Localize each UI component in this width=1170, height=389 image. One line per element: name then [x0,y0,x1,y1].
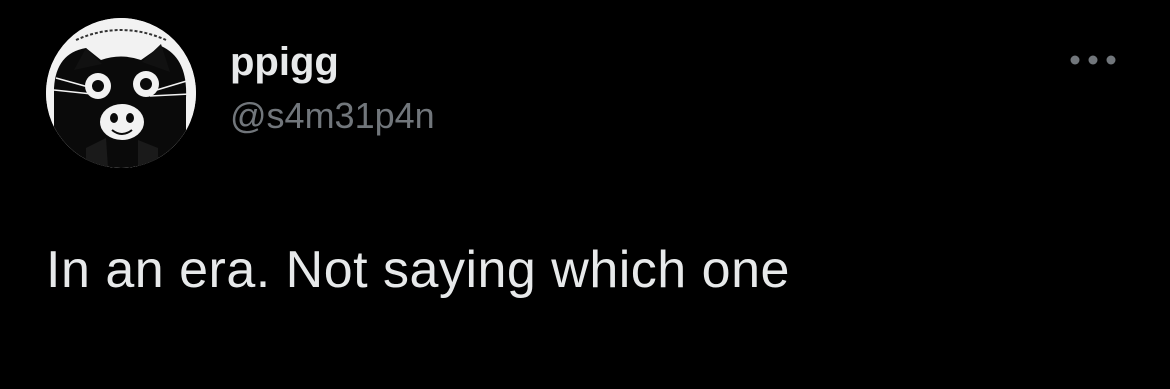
tweet-card: ppigg @s4m31p4n In an era. Not saying wh… [0,0,1170,389]
black-cat-avatar-icon [46,18,196,168]
author-avatar[interactable] [46,18,196,168]
more-horizontal-icon [1070,55,1116,65]
more-options-button[interactable] [1066,42,1120,78]
author-display-name[interactable]: ppigg [230,38,339,86]
author-handle[interactable]: @s4m31p4n [230,94,435,138]
tweet-text: In an era. Not saying which one [46,241,790,299]
